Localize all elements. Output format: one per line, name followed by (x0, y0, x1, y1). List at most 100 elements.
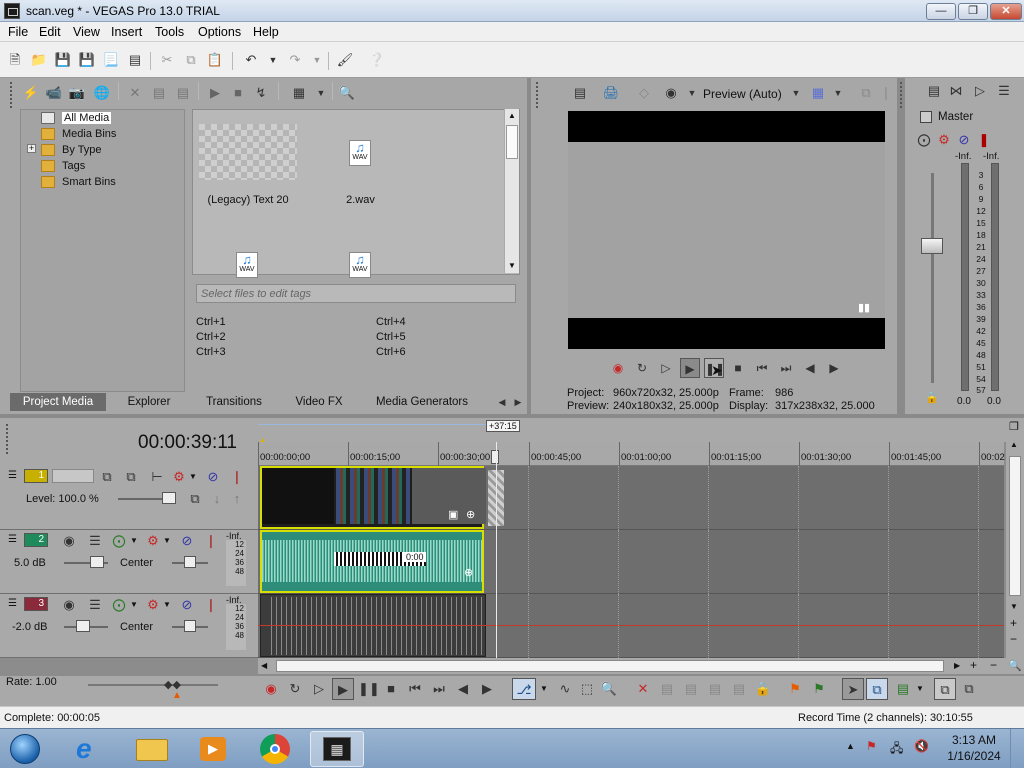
auto-ripple-icon[interactable]: ▤ (894, 680, 912, 698)
rate-center-marker-icon[interactable]: ▲ (172, 690, 182, 701)
auto-preview-icon[interactable]: ↯ (252, 84, 270, 102)
new-file-icon[interactable]: 🗎 (6, 51, 24, 69)
child-icon[interactable]: ↑ (228, 490, 246, 508)
trim-start-icon[interactable]: ▤ (682, 680, 700, 698)
audio-io-icon[interactable]: ⨀ (110, 532, 128, 550)
media-item-legacy-text[interactable]: (Legacy) Text 20 (193, 110, 303, 210)
scroll-right-icon[interactable]: ▶ (954, 661, 960, 670)
media-grid-scrollbar[interactable]: ▲ ▼ (504, 109, 519, 273)
panel-grip[interactable] (900, 82, 908, 108)
open-folder-icon[interactable]: 📁 (30, 51, 48, 69)
stop-media-icon[interactable]: ■ (229, 84, 247, 102)
video-event[interactable]: ▣ ⊕ (260, 466, 486, 529)
timeline-vscroll-thumb[interactable] (1009, 456, 1021, 596)
split-icon[interactable]: ▤ (730, 680, 748, 698)
restore-button[interactable]: ❐ (958, 3, 988, 20)
tab-scroll-right-icon[interactable]: ▶ (509, 393, 527, 411)
master-lock-icon[interactable]: 🔒 (925, 391, 939, 404)
insert-marker-icon[interactable]: ⚑ (786, 680, 804, 698)
get-photo-icon[interactable]: 📷 (68, 84, 86, 102)
copy-icon[interactable]: ⧉ (182, 51, 200, 69)
timeline-grip[interactable] (6, 424, 14, 454)
stop-button[interactable]: ■ (382, 680, 400, 698)
copy-snapshot-icon[interactable]: ⧉ (857, 84, 875, 102)
trim-icon[interactable]: ▤ (658, 680, 676, 698)
make-compositing-child-icon[interactable]: ⧉ (122, 468, 140, 486)
start-button[interactable] (2, 731, 48, 767)
zoom-out-horizontal-icon[interactable]: − (990, 658, 997, 672)
menu-help[interactable]: Help (250, 24, 282, 40)
cut-icon[interactable]: ✂ (158, 51, 176, 69)
play-media-icon[interactable]: ▶ (206, 84, 224, 102)
video-output-fx-icon[interactable]: ▤ (571, 84, 589, 102)
paste-icon[interactable]: 📋 (206, 51, 224, 69)
redo-icon[interactable]: ↷ (286, 51, 304, 69)
action-center-icon[interactable]: ⚑ (866, 739, 877, 753)
scroll-left-icon[interactable]: ◀ (261, 661, 267, 670)
master-bypass-icon[interactable]: ⊘ (955, 131, 973, 149)
clock-date[interactable]: 1/16/2024 (946, 749, 1002, 763)
timeline-hscroll-thumb[interactable] (276, 660, 944, 672)
preview-mode-select[interactable]: Preview (Auto) (703, 87, 782, 101)
timeline-hscroll[interactable]: ◀ ▶ + − 🔍 (258, 658, 1024, 674)
edit-tool-dropdown-icon[interactable]: ▼ (540, 684, 548, 693)
stop-button[interactable]: ■ (728, 358, 748, 378)
playhead-handle[interactable] (491, 450, 499, 464)
quality-dropdown-icon[interactable]: ▼ (683, 84, 701, 102)
event-fx-icon[interactable]: ⊕ (464, 566, 473, 579)
master-settings-icon[interactable]: ☰ (995, 82, 1013, 100)
tag-input[interactable]: Select files to edit tags (196, 284, 516, 303)
menu-view[interactable]: View (70, 24, 103, 40)
previous-frame-button[interactable]: ◀ (800, 358, 820, 378)
master-properties-icon[interactable]: ▤ (925, 82, 943, 100)
overlays-grid-icon[interactable]: ▦ (809, 84, 827, 102)
whats-this-help-icon[interactable]: ❔ (368, 51, 386, 69)
zoom-in-vertical-icon[interactable]: + (1010, 616, 1017, 630)
zoom-in-horizontal-icon[interactable]: + (970, 658, 977, 672)
pan-slider-handle[interactable] (184, 620, 196, 632)
preview-quality-icon[interactable]: ◉ (662, 84, 680, 102)
views-dropdown-icon[interactable]: ▼ (312, 84, 330, 102)
menu-options[interactable]: Options (195, 24, 244, 40)
render-as-icon[interactable]: 📃 (102, 51, 120, 69)
media-item-2-wav[interactable]: ♫ WAV 2.wav (313, 110, 408, 210)
overlays-dropdown-icon[interactable]: ▼ (829, 84, 847, 102)
track-minimize-icon[interactable]: ☰ (8, 470, 17, 481)
normal-edit-tool-icon[interactable]: ⎇ (512, 678, 536, 700)
tab-explorer[interactable]: Explorer (112, 393, 186, 411)
mute-icon[interactable]: ⊘ (178, 532, 196, 550)
solo-icon[interactable]: ❘ (202, 596, 220, 614)
menu-tools[interactable]: Tools (152, 24, 187, 40)
views-icon[interactable]: ▦ (290, 84, 308, 102)
selection-tool-icon[interactable]: ⬚ (578, 680, 596, 698)
snapping-icon[interactable]: ➤ (842, 678, 864, 700)
pan-slider-handle[interactable] (184, 556, 196, 568)
trim-end-icon[interactable]: ▤ (706, 680, 724, 698)
insert-region-icon[interactable]: ⚑ (810, 680, 828, 698)
event-fx-icon[interactable]: ⊕ (466, 508, 475, 521)
track-minimize-icon[interactable]: ☰ (8, 598, 17, 609)
timeline-vscroll[interactable]: ❐ ▲ ▼ + − (1006, 418, 1024, 658)
go-to-start-button[interactable]: ⏮ (406, 680, 424, 698)
mute-icon[interactable]: ⊘ (178, 596, 196, 614)
previous-frame-button[interactable]: ◀ (454, 680, 472, 698)
menu-insert[interactable]: Insert (108, 24, 145, 40)
audio-track-3-header[interactable]: ☰ 3 ◉ ☰ ⨀ ▼ ⚙ ▼ ⊘ ❘ -Inf. -2.0 dB Center… (0, 594, 258, 658)
scroll-down-icon[interactable]: ▼ (1010, 602, 1018, 611)
scroll-up-icon[interactable]: ▲ (1010, 440, 1018, 449)
taskbar-file-explorer[interactable] (124, 731, 178, 767)
solo-icon[interactable]: ❘ (202, 532, 220, 550)
event-pan-crop-icon[interactable]: ▣ (448, 508, 458, 521)
cursor-timecode[interactable]: 00:00:39:11 (138, 432, 237, 454)
track-motion-icon[interactable]: ⧉ (186, 490, 204, 508)
capture-video-icon[interactable]: 📹 (45, 84, 63, 102)
redo-dropdown-icon[interactable]: ▼ (308, 51, 326, 69)
media-fx-icon[interactable]: ▤ (174, 84, 192, 102)
arm-for-record-icon[interactable]: ◉ (60, 532, 78, 550)
tab-transitions[interactable]: Transitions (192, 393, 276, 411)
play-button[interactable]: ▶ (680, 358, 700, 378)
go-to-end-button[interactable]: ⏭ (776, 358, 796, 378)
save-icon[interactable]: 💾 (54, 51, 72, 69)
volume-envelope-line[interactable] (258, 625, 1004, 626)
audio-track-3-lane[interactable] (258, 594, 1004, 658)
